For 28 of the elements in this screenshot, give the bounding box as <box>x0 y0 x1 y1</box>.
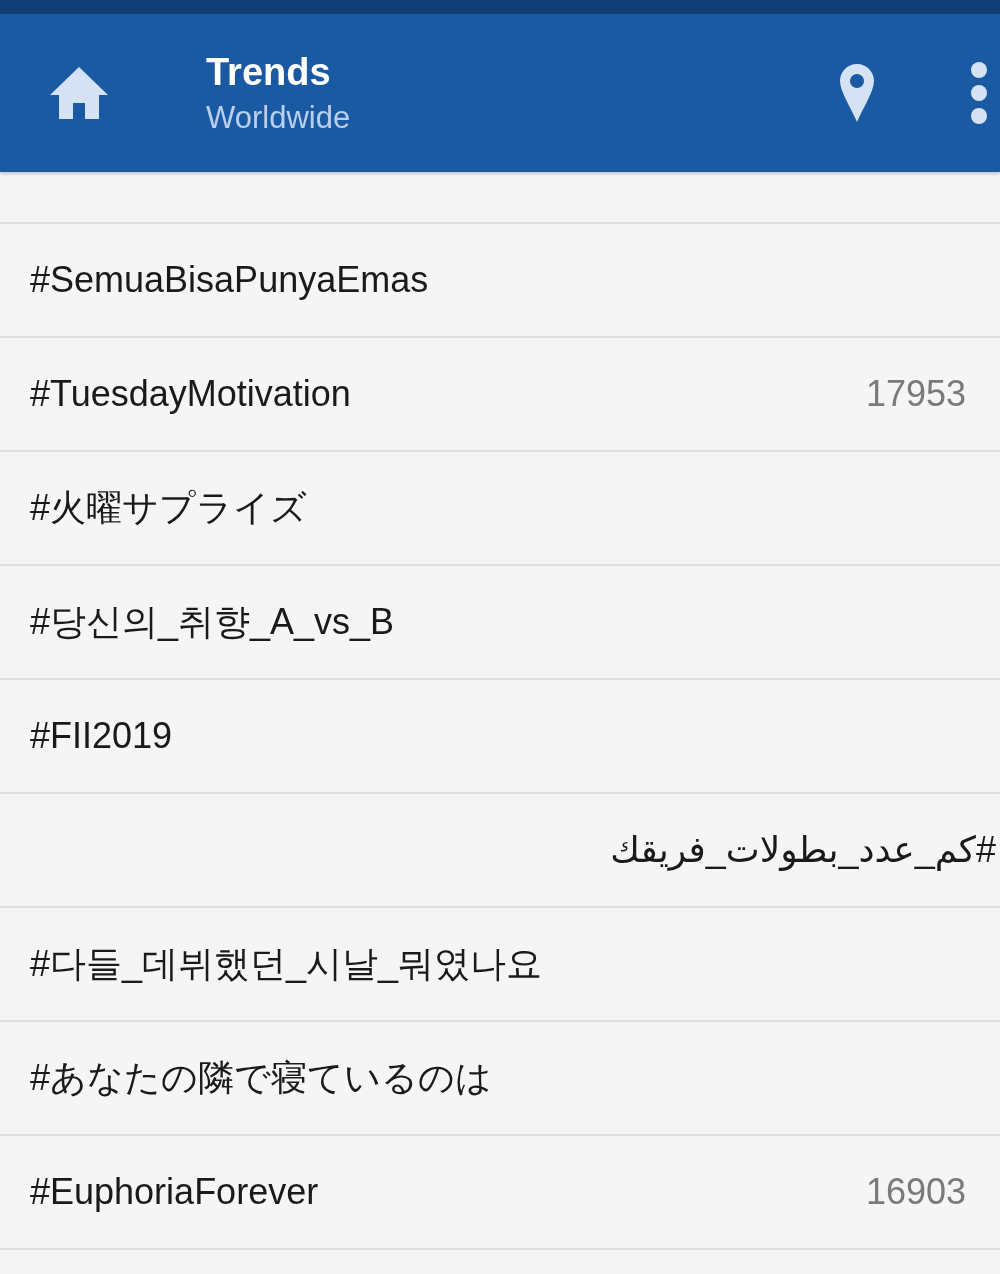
tweet-count: 16903 <box>865 1171 966 1213</box>
trend-name: #TuesdayMotivation <box>30 372 352 416</box>
trend-name: #FII2019 <box>30 714 174 758</box>
trend-row[interactable]: #SemuaBisaPunyaEmas <box>0 224 1000 338</box>
trend-row[interactable]: #EuphoriaForever 16903 <box>0 1136 1000 1250</box>
screen-subtitle: Worldwide <box>206 99 352 136</box>
trend-row[interactable]: #TuesdayMotivation 17953 <box>0 338 1000 452</box>
screen-title: Trends <box>206 50 332 94</box>
tweet-count: 17953 <box>865 373 966 415</box>
trend-name: #당신의_취향_A_vs_B <box>30 600 396 644</box>
trend-name: #EuphoriaForever <box>30 1170 320 1214</box>
trend-row[interactable]: #당신의_취향_A_vs_B <box>0 566 1000 680</box>
location-pin-icon <box>840 64 874 122</box>
home-icon <box>48 65 110 121</box>
trend-name: #كم_عدد_بطولات_فريقك <box>609 828 996 872</box>
more-icon <box>970 61 988 125</box>
home-button[interactable] <box>48 65 110 121</box>
trend-name: #SemuaBisaPunyaEmas <box>30 258 430 302</box>
trend-row[interactable]: #火曜サプライズ <box>0 452 1000 566</box>
trend-name: #あなたの隣で寝ているのは <box>30 1056 494 1100</box>
location-button[interactable] <box>840 64 874 122</box>
more-button[interactable] <box>970 61 988 125</box>
trend-row[interactable]: #كم_عدد_بطولات_فريقك <box>0 794 1000 908</box>
trend-row[interactable]: #FII2019 <box>0 680 1000 794</box>
trend-name: #火曜サプライズ <box>30 486 309 530</box>
trend-row[interactable]: #あなたの隣で寝ているのは <box>0 1022 1000 1136</box>
trend-name: #다들_데뷔했던_시날_뭐였나요 <box>30 942 544 986</box>
trend-row[interactable]: #다들_데뷔했던_시날_뭐였나요 <box>0 908 1000 1022</box>
